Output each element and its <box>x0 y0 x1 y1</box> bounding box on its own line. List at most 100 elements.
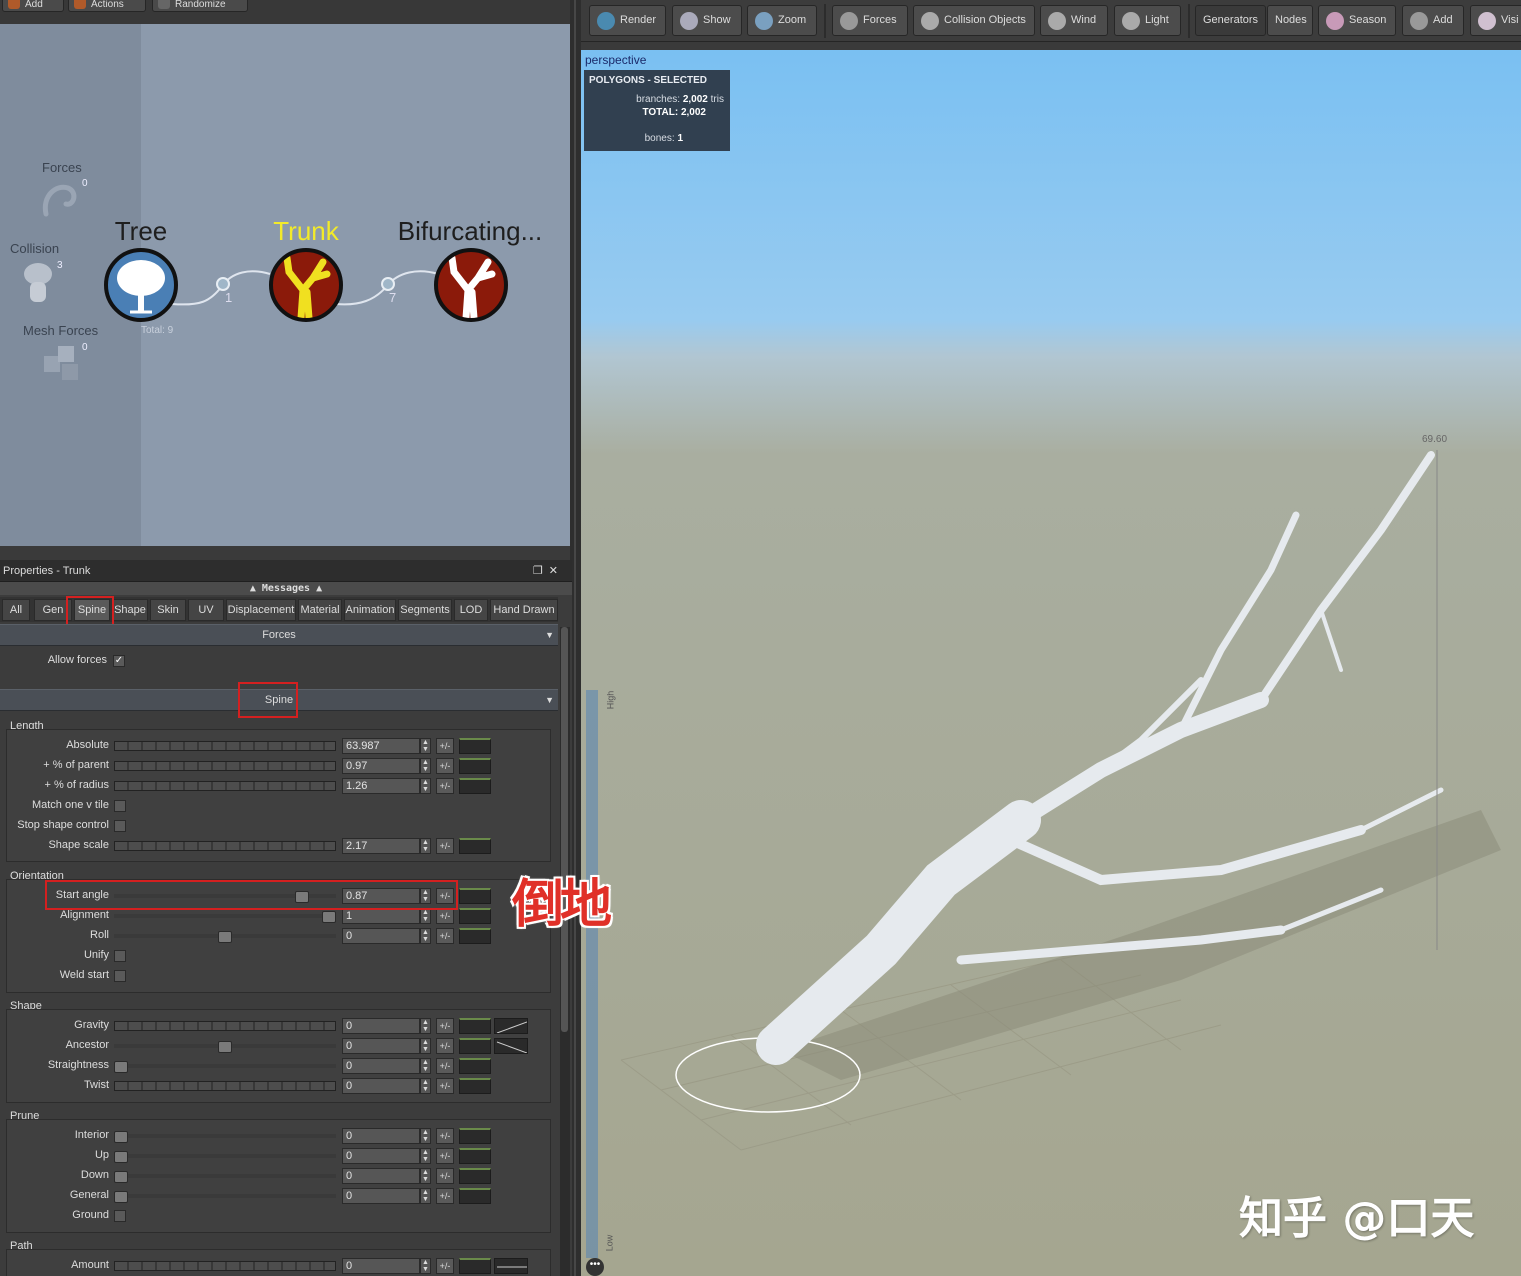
percent-parent-slider[interactable] <box>114 761 336 771</box>
generators-toggle[interactable]: Generators <box>1195 5 1266 36</box>
alignment-spinner[interactable]: ▲ ▼ <box>420 908 431 924</box>
down-slider[interactable] <box>114 1171 336 1183</box>
down-spinner[interactable]: ▲ ▼ <box>420 1168 431 1184</box>
twist-slider[interactable] <box>114 1081 336 1091</box>
percent-radius-random-button[interactable]: +/- <box>436 778 454 794</box>
alignment-thumb[interactable] <box>322 911 336 923</box>
down-thumb[interactable] <box>114 1171 128 1183</box>
down-curve[interactable] <box>459 1168 491 1184</box>
general-spinner[interactable]: ▲ ▼ <box>420 1188 431 1204</box>
percent-parent-curve[interactable] <box>459 758 491 774</box>
percent-radius-slider[interactable] <box>114 781 336 791</box>
tree-node[interactable] <box>104 248 178 322</box>
more-options-icon[interactable]: ••• <box>586 1258 604 1276</box>
interior-random-button[interactable]: +/- <box>436 1128 454 1144</box>
up-curve[interactable] <box>459 1148 491 1164</box>
close-panel-icon[interactable]: ✕ <box>549 565 564 577</box>
interior-curve[interactable] <box>459 1128 491 1144</box>
absolute-input[interactable]: 63.987 <box>342 738 420 754</box>
ancestor-thumb[interactable] <box>218 1041 232 1053</box>
down-random-button[interactable]: +/- <box>436 1168 454 1184</box>
add-button[interactable]: Add <box>1402 5 1464 36</box>
gravity-input[interactable]: 0 <box>342 1018 420 1034</box>
gravity-spinner[interactable]: ▲ ▼ <box>420 1018 431 1034</box>
alignment-random-button[interactable]: +/- <box>436 908 454 924</box>
ancestor-spinner[interactable]: ▲ ▼ <box>420 1038 431 1054</box>
bifurcating-node[interactable] <box>434 248 508 322</box>
messages-bar[interactable]: ▲ Messages ▲ <box>0 582 572 595</box>
mesh-forces-icon[interactable] <box>40 342 86 386</box>
percent-parent-input[interactable]: 0.97 <box>342 758 420 774</box>
add-node-button[interactable]: Add <box>2 0 64 12</box>
tab-segments[interactable]: Segments <box>398 599 452 621</box>
collapse-icon[interactable]: ▼ <box>545 625 554 646</box>
alignment-slider[interactable] <box>114 911 336 923</box>
shape-scale-curve[interactable] <box>459 838 491 854</box>
roll-curve[interactable] <box>459 928 491 944</box>
forces-section-header[interactable]: Forces ▼ <box>0 624 558 646</box>
general-random-button[interactable]: +/- <box>436 1188 454 1204</box>
show-button[interactable]: Show <box>672 5 742 36</box>
general-slider[interactable] <box>114 1191 336 1203</box>
ground-checkbox[interactable] <box>114 1210 126 1222</box>
roll-random-button[interactable]: +/- <box>436 928 454 944</box>
shape-scale-spinner[interactable]: ▲ ▼ <box>420 838 431 854</box>
float-panel-icon[interactable]: ❐ <box>533 565 549 577</box>
forces-button[interactable]: Forces <box>832 5 908 36</box>
properties-scroll-thumb[interactable] <box>561 627 568 1032</box>
tab-displacement[interactable]: Displacement <box>226 599 296 621</box>
general-thumb[interactable] <box>114 1191 128 1203</box>
up-thumb[interactable] <box>114 1151 128 1163</box>
straightness-slider[interactable] <box>114 1061 336 1073</box>
zoom-button[interactable]: Zoom <box>747 5 817 36</box>
wind-button[interactable]: Wind <box>1040 5 1108 36</box>
node-graph[interactable]: Forces 0 Collision 3 Mesh Forces 0 1 7 T… <box>0 24 570 546</box>
straightness-input[interactable]: 0 <box>342 1058 420 1074</box>
tab-all[interactable]: All <box>2 599 30 621</box>
general-input[interactable]: 0 <box>342 1188 420 1204</box>
ancestor-input[interactable]: 0 <box>342 1038 420 1054</box>
tree-scene[interactable] <box>581 50 1521 1276</box>
straightness-curve[interactable] <box>459 1058 491 1074</box>
roll-spinner[interactable]: ▲ ▼ <box>420 928 431 944</box>
tab-material[interactable]: Material <box>298 599 342 621</box>
tab-animation[interactable]: Animation <box>344 599 396 621</box>
amount-spinner[interactable]: ▲ ▼ <box>420 1258 431 1274</box>
gravity-curve[interactable] <box>459 1018 491 1034</box>
forces-icon[interactable] <box>38 178 82 218</box>
amount-curve[interactable] <box>459 1258 491 1274</box>
collapse-icon[interactable]: ▼ <box>545 690 554 711</box>
up-random-button[interactable]: +/- <box>436 1148 454 1164</box>
visibility-button[interactable]: Visi <box>1470 5 1521 36</box>
stop-shape-control-checkbox[interactable] <box>114 820 126 832</box>
twist-input[interactable]: 0 <box>342 1078 420 1094</box>
roll-input[interactable]: 0 <box>342 928 420 944</box>
ancestor-random-button[interactable]: +/- <box>436 1038 454 1054</box>
match-v-tile-checkbox[interactable] <box>114 800 126 812</box>
percent-parent-spinner[interactable]: ▲ ▼ <box>420 758 431 774</box>
general-curve[interactable] <box>459 1188 491 1204</box>
collision-icon[interactable] <box>18 260 58 310</box>
gravity-slider[interactable] <box>114 1021 336 1031</box>
tab-shape[interactable]: Shape <box>112 599 148 621</box>
straightness-random-button[interactable]: +/- <box>436 1058 454 1074</box>
alignment-input[interactable]: 1 <box>342 908 420 924</box>
amount-profile-curve[interactable] <box>494 1258 528 1274</box>
gravity-profile-curve[interactable] <box>494 1018 528 1034</box>
percent-parent-random-button[interactable]: +/- <box>436 758 454 774</box>
alignment-curve[interactable] <box>459 908 491 924</box>
shape-scale-random-button[interactable]: +/- <box>436 838 454 854</box>
actions-button[interactable]: Actions <box>68 0 146 12</box>
absolute-slider[interactable] <box>114 741 336 751</box>
start-angle-curve[interactable] <box>459 888 491 904</box>
allow-forces-checkbox[interactable]: ✓ <box>113 655 125 667</box>
roll-slider[interactable] <box>114 931 336 943</box>
unify-checkbox[interactable] <box>114 950 126 962</box>
ancestor-curve[interactable] <box>459 1038 491 1054</box>
randomize-button[interactable]: Randomize <box>152 0 248 12</box>
3d-viewport[interactable]: perspective POLYGONS - SELECTED branches… <box>581 50 1521 1276</box>
interior-thumb[interactable] <box>114 1131 128 1143</box>
collision-objects-button[interactable]: Collision Objects <box>913 5 1035 36</box>
down-input[interactable]: 0 <box>342 1168 420 1184</box>
shape-scale-slider[interactable] <box>114 841 336 851</box>
